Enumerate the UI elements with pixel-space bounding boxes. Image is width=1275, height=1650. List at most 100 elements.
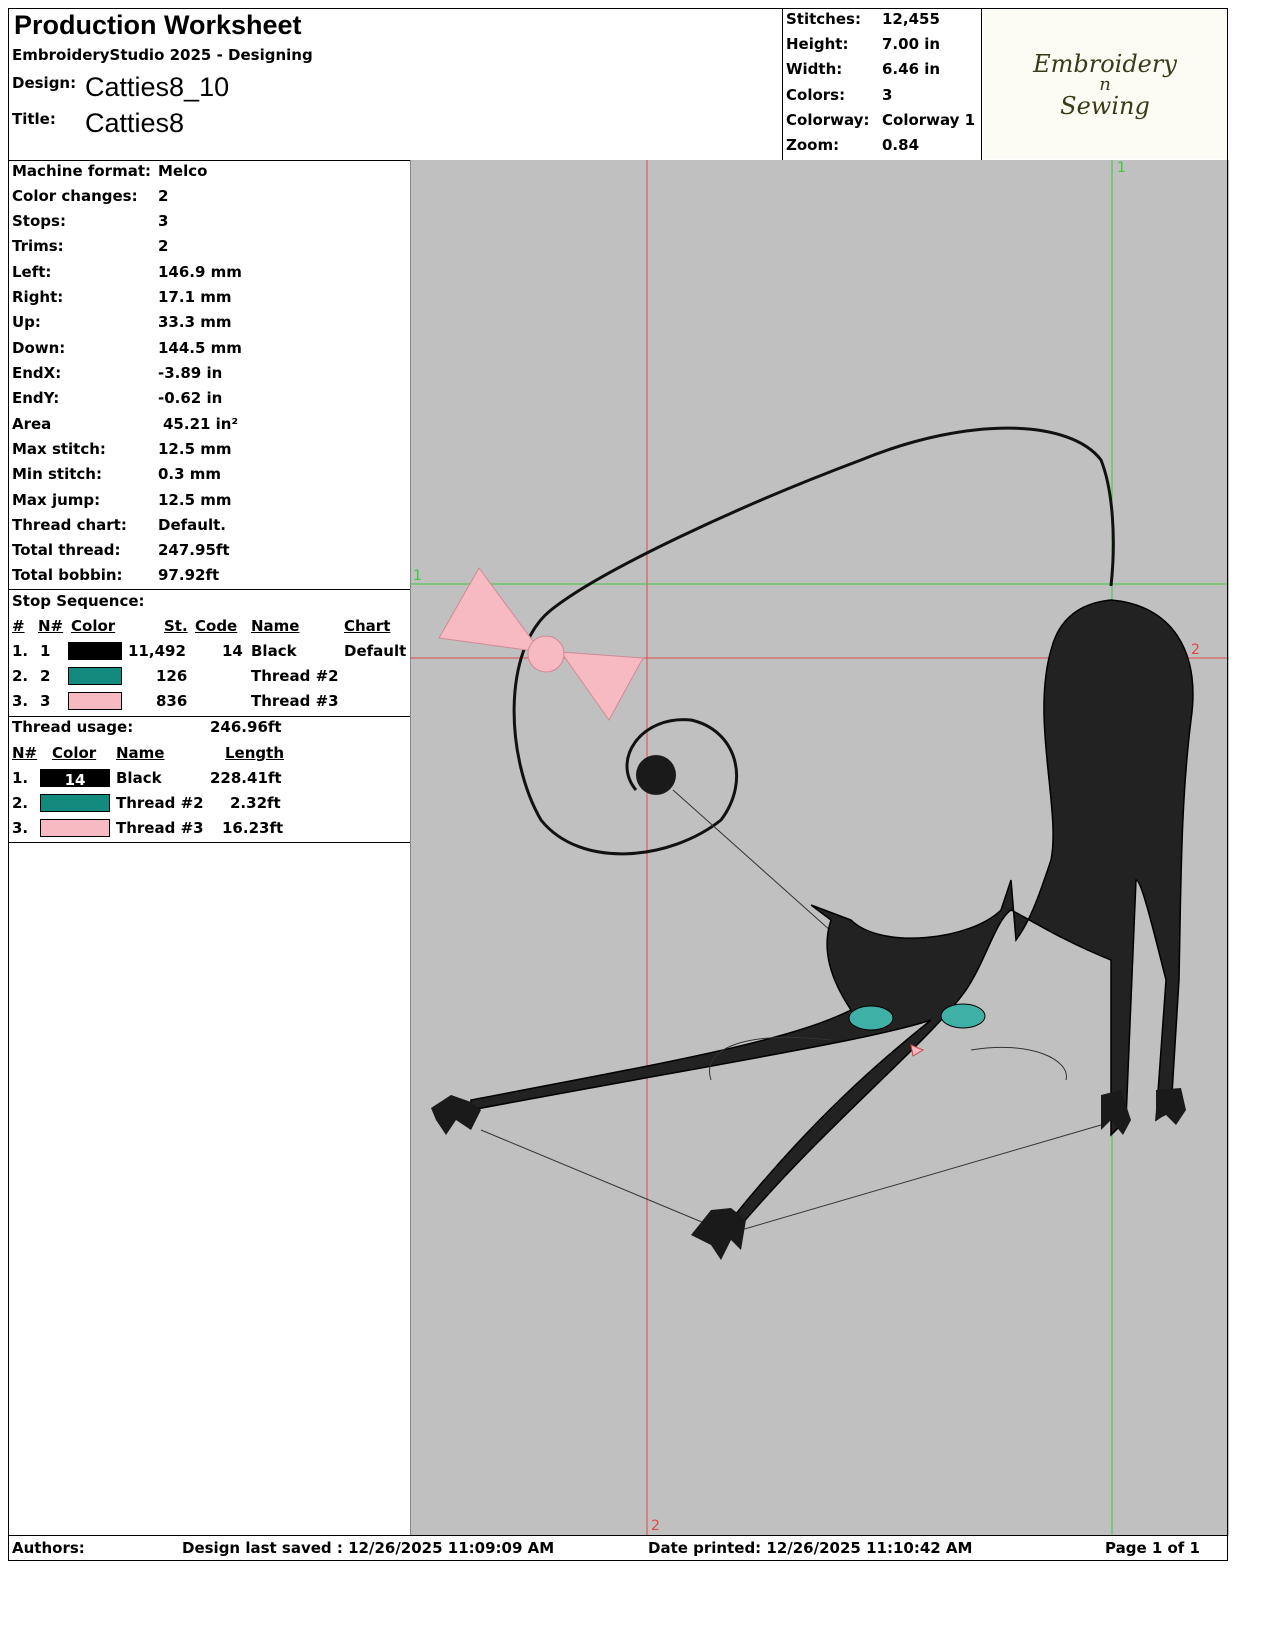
design-canvas: 1 1 2 2 <box>410 160 1229 1536</box>
info-label: Down: <box>12 339 66 357</box>
summary-value: 0.84 <box>882 136 920 154</box>
info-value: Default. <box>158 516 226 534</box>
swatch-code: 14 <box>64 771 86 789</box>
summary-value: 12,455 <box>882 10 940 28</box>
info-label: Machine format: <box>12 162 151 180</box>
info-label: Up: <box>12 313 41 331</box>
usage-n: 2. <box>12 794 29 812</box>
stop-n: 2 <box>40 667 51 685</box>
info-value: -3.89 in <box>158 364 223 382</box>
col-chart: Chart <box>344 617 391 635</box>
summary-value: Colorway 1 <box>882 111 976 129</box>
footer-printed: Date printed: 12/26/2025 11:10:42 AM <box>648 1539 973 1557</box>
summary-label: Width: <box>786 60 843 78</box>
col-length: Length <box>225 744 284 762</box>
stop-stitches: 126 <box>156 667 188 685</box>
col-num: # <box>12 617 25 635</box>
info-value: 12.5 mm <box>158 491 232 509</box>
col-n: N# <box>12 744 38 762</box>
tail-swirl <box>512 426 1115 856</box>
summary-value: 6.46 in <box>882 60 941 78</box>
info-value: Melco <box>158 162 208 180</box>
info-label: Trims: <box>12 237 64 255</box>
stop-name: Thread #2 <box>251 667 339 685</box>
stop-sequence-heading: Stop Sequence: <box>12 592 145 610</box>
info-value: -0.62 in <box>158 389 223 407</box>
info-value: 144.5 mm <box>158 339 242 357</box>
info-label: EndX: <box>12 364 62 382</box>
stop-code: 14 <box>222 642 243 660</box>
jump-thread <box>480 1129 722 1231</box>
left-eye <box>848 1005 894 1031</box>
footer-saved: Design last saved : 12/26/2025 11:09:09 … <box>182 1539 555 1557</box>
info-label: Min stitch: <box>12 465 102 483</box>
color-swatch <box>68 692 122 710</box>
info-value: 247.95ft <box>158 541 230 559</box>
usage-length: 2.32ft <box>230 794 281 812</box>
info-label: Total bobbin: <box>12 566 123 584</box>
col-code: Code <box>195 617 238 635</box>
guide-marker: 1 <box>413 568 422 584</box>
summary-value: 3 <box>882 86 893 104</box>
jump-thread <box>672 789 842 941</box>
footer-authors: Authors: <box>12 1539 85 1557</box>
stop-num: 2. <box>12 667 29 685</box>
logo-line-3: Sewing <box>1060 92 1150 120</box>
info-label: Color changes: <box>12 187 138 205</box>
color-swatch <box>40 794 110 812</box>
info-value: 146.9 mm <box>158 263 242 281</box>
cat-nose <box>910 1044 925 1057</box>
logo-line-2: n <box>1099 74 1111 95</box>
stop-stitches: 11,492 <box>128 642 186 660</box>
col-name: Name <box>116 744 165 762</box>
info-value: 45.21 in² <box>163 415 239 433</box>
stop-num: 1. <box>12 642 29 660</box>
usage-name: Thread #2 <box>116 794 204 812</box>
col-st: St. <box>164 617 188 635</box>
col-color: Color <box>71 617 116 635</box>
bow-right <box>559 651 644 721</box>
stop-stitches: 836 <box>156 692 188 710</box>
right-eye <box>940 1003 986 1029</box>
thread-usage-heading: Thread usage: <box>12 718 134 736</box>
info-value: 17.1 mm <box>158 288 232 306</box>
stop-num: 3. <box>12 692 29 710</box>
stop-name: Black <box>251 642 297 660</box>
guide-marker: 2 <box>651 1518 660 1534</box>
col-n: N# <box>38 617 64 635</box>
color-swatch <box>40 819 110 837</box>
usage-length: 228.41ft <box>210 769 282 787</box>
design-label: Design: <box>12 74 77 92</box>
usage-name: Black <box>116 769 162 787</box>
info-value: 2 <box>158 237 169 255</box>
design-value: Catties8_10 <box>85 72 230 102</box>
col-color: Color <box>52 744 97 762</box>
usage-length: 16.23ft <box>222 819 284 837</box>
info-label: Max jump: <box>12 491 101 509</box>
color-swatch <box>68 642 122 660</box>
title-label: Title: <box>12 110 56 128</box>
summary-label: Colors: <box>786 86 846 104</box>
info-value: 12.5 mm <box>158 440 232 458</box>
paw-front <box>691 1208 746 1260</box>
info-label: Stops: <box>12 212 66 230</box>
summary-label: Zoom: <box>786 136 840 154</box>
canvas-right-border <box>1227 160 1228 1536</box>
stop-n: 1 <box>40 642 51 660</box>
design-drawing: 1 1 2 2 <box>411 160 1229 1536</box>
info-label: Thread chart: <box>12 516 127 534</box>
thread-usage-total: 246.96ft <box>210 718 282 736</box>
left-border <box>8 842 9 1536</box>
info-value: 97.92ft <box>158 566 220 584</box>
usage-n: 3. <box>12 819 29 837</box>
summary-label: Colorway: <box>786 111 870 129</box>
info-label: Right: <box>12 288 64 306</box>
stop-name: Thread #3 <box>251 692 339 710</box>
header-divider-2 <box>981 8 982 161</box>
guide-marker: 2 <box>1191 642 1200 658</box>
guide-marker: 1 <box>1117 160 1126 176</box>
page-title: Production Worksheet <box>14 10 302 40</box>
jump-thread <box>740 1124 1102 1231</box>
info-label: Left: <box>12 263 52 281</box>
summary-label: Stitches: <box>786 10 861 28</box>
